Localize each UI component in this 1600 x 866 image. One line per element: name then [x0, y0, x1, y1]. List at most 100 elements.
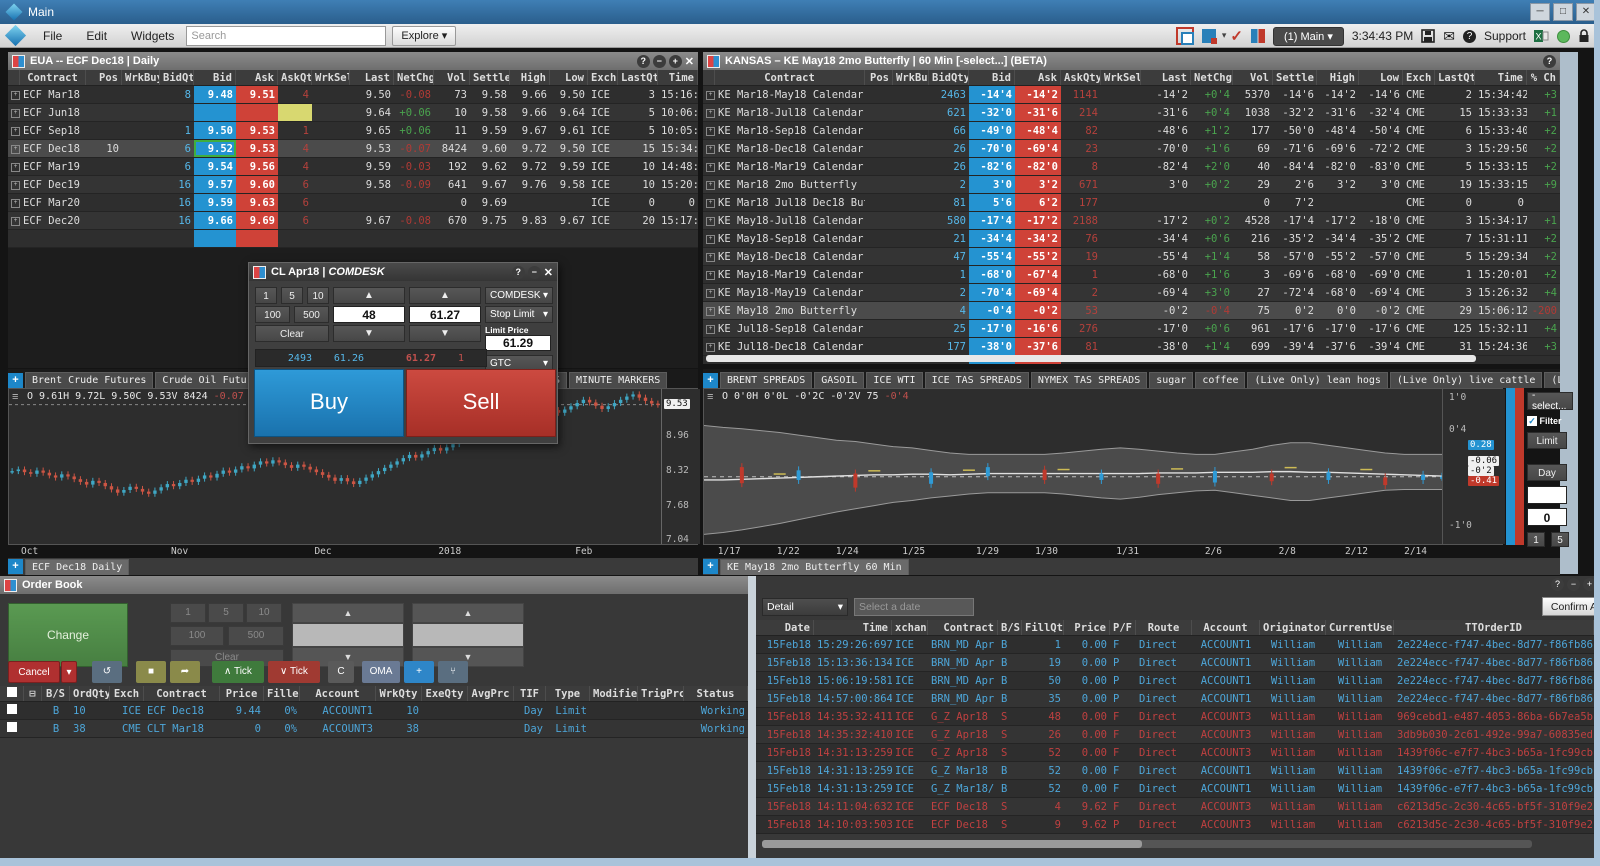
table-row[interactable]: +ECF Sep1819.509.5319.65+0.06119.599.679…	[8, 122, 698, 140]
header-cell[interactable]: Type	[546, 686, 590, 701]
header-cell[interactable]: Exch	[110, 686, 144, 701]
price-up-button[interactable]: ▲	[412, 603, 524, 623]
expand-icon[interactable]: +	[703, 194, 715, 211]
horizontal-scrollbar[interactable]	[762, 840, 1532, 848]
header-cell[interactable]: ExeQty	[422, 686, 468, 701]
bid-cell[interactable]: -14'4	[969, 86, 1015, 103]
expand-icon[interactable]: +	[8, 86, 20, 103]
ask-cell[interactable]: -55'2	[1015, 248, 1061, 265]
expand-icon[interactable]: +	[703, 320, 715, 337]
expand-icon[interactable]: +	[703, 230, 715, 247]
help-icon[interactable]: ?	[1463, 30, 1476, 43]
table-row[interactable]: +ECF Dec19169.579.6069.58-0.096419.679.7…	[8, 176, 698, 194]
chart-tab[interactable]: (Live Only) lean hogs	[1247, 372, 1387, 388]
price-up-button[interactable]: ▲	[409, 287, 481, 304]
close-icon[interactable]: ✕	[544, 266, 553, 279]
qty-field[interactable]	[292, 623, 404, 647]
header-cell[interactable]: Contract	[715, 70, 865, 85]
expand-icon[interactable]: +	[703, 212, 715, 229]
header-cell[interactable]: ⊟	[24, 686, 42, 701]
table-row[interactable]: +KE May18-Jul18 Calendar580-17'4-17'2218…	[703, 212, 1560, 230]
ask-cell[interactable]: 9.69	[236, 212, 278, 229]
table-row[interactable]: +KE Mar18-Dec18 Calendar26-70'0-69'423-7…	[703, 140, 1560, 158]
ask-cell[interactable]: 9.51	[236, 86, 278, 103]
chart-tab[interactable]: NYMEX TAS SPREADS	[1031, 372, 1147, 388]
ask-cell[interactable]: 9.53	[236, 140, 278, 157]
tab-ecf-dec18-daily[interactable]: ECF Dec18 Daily	[25, 559, 129, 575]
bid-cell[interactable]: -82'6	[969, 158, 1015, 175]
bid-cell[interactable]: 9.57	[194, 176, 236, 193]
close-icon[interactable]: ✕	[685, 55, 694, 68]
expand-icon[interactable]: +	[703, 302, 715, 319]
ask-cell[interactable]: -14'2	[1015, 86, 1061, 103]
table-row[interactable]: +KE Jul18-Dec18 Calendar177-38'0-37'681-…	[703, 338, 1560, 356]
header-cell[interactable]: Originator	[1260, 620, 1326, 635]
expand-icon[interactable]: +	[8, 104, 20, 121]
tab-ke-may18-butterfly[interactable]: KE May18 2mo Butterfly 60 Min	[720, 559, 909, 575]
header-cell[interactable]: TTOrderID	[1394, 620, 1594, 635]
table-row[interactable]: 15Feb1814:35:32:411ICEG_Z Apr18S480.00FD…	[756, 708, 1600, 726]
qty-preset-10[interactable]: 10	[246, 603, 282, 623]
order-type-dropdown[interactable]: Stop Limit▾	[485, 306, 553, 323]
qty-preset-1[interactable]: 1	[170, 603, 206, 623]
header-cell[interactable]: Account	[1192, 620, 1260, 635]
table-row[interactable]: +KE Mar18 Jul18 Dec18 Butterfly815'66'21…	[703, 194, 1560, 212]
bid-cell[interactable]: 9.50	[194, 122, 236, 139]
mail-icon[interactable]: ✉	[1443, 28, 1455, 45]
oma-button[interactable]: OMA	[362, 661, 400, 683]
bid-cell[interactable]: -17'4	[969, 212, 1015, 229]
support-label[interactable]: Support	[1484, 29, 1526, 43]
header-cell[interactable]: AvgPrc	[468, 686, 514, 701]
row-checkbox[interactable]	[0, 720, 24, 737]
ask-cell[interactable]: -69'4	[1015, 284, 1061, 301]
expand-icon[interactable]: +	[703, 266, 715, 283]
ask-cell[interactable]: 9.60	[236, 176, 278, 193]
header-cell[interactable]: Modifier	[590, 686, 638, 701]
header-cell[interactable]: WrkSells	[1101, 70, 1141, 85]
header-cell[interactable]: BidQty	[929, 70, 969, 85]
qty-preset-500[interactable]: 500	[294, 306, 329, 323]
header-cell[interactable]: Vol	[1233, 70, 1273, 85]
ask-cell[interactable]	[236, 104, 278, 121]
sell-button[interactable]: Sell	[406, 369, 556, 437]
header-cell[interactable]: WrkSells	[312, 70, 350, 85]
table-row[interactable]: +ECF Mar1889.489.5149.50-0.08739.589.669…	[8, 86, 698, 104]
bid-cell[interactable]: -17'0	[969, 320, 1015, 337]
header-cell[interactable]: Price	[220, 686, 264, 701]
header-cell[interactable]: NetChg	[394, 70, 434, 85]
table-row[interactable]: +KE Mar18-Mar19 Calendar26-82'6-82'08-82…	[703, 158, 1560, 176]
header-cell[interactable]: Low	[550, 70, 588, 85]
minimize-icon[interactable]: −	[1567, 578, 1580, 591]
search-input[interactable]	[186, 26, 386, 46]
ask-cell[interactable]: 9.56	[236, 158, 278, 175]
chart-tab[interactable]: coffee	[1195, 372, 1245, 388]
help-icon[interactable]: ?	[512, 266, 525, 279]
ask-cell[interactable]: 6'2	[1015, 194, 1061, 211]
bid-cell[interactable]: 9.48	[194, 86, 236, 103]
header-cell[interactable]: High	[510, 70, 550, 85]
table-row[interactable]: +ECF Mar1969.549.5649.59-0.031929.629.72…	[8, 158, 698, 176]
qty-preset-5[interactable]: 5	[281, 287, 303, 304]
clear-button[interactable]: Clear	[255, 325, 329, 342]
bid-cell[interactable]: -70'0	[969, 140, 1015, 157]
check-icon[interactable]: ✓	[1230, 27, 1243, 45]
header-cell[interactable]: Contract	[144, 686, 220, 701]
refresh-button[interactable]: C	[328, 661, 354, 683]
help-icon[interactable]: ?	[1543, 55, 1556, 68]
table-row[interactable]: 15Feb1815:06:19:581ICEBRN_MD AprB500.00P…	[756, 672, 1600, 690]
header-cell[interactable]: FillQty	[1022, 620, 1064, 635]
bid-cell[interactable]: 5'6	[969, 194, 1015, 211]
order-ticket-dialog[interactable]: CL Apr18 | COMDESK ? − ✕ 1510100500 Clea…	[248, 262, 558, 444]
price-field[interactable]: 0	[1527, 508, 1567, 526]
chart-tab[interactable]: (Live Only) corn	[1544, 372, 1560, 388]
ask-cell[interactable]: -48'4	[1015, 122, 1061, 139]
table-row[interactable]: +KE May18-May19 Calendar2-70'4-69'42-69'…	[703, 284, 1560, 302]
table-row[interactable]: +KE Jul18-Sep18 Calendar25-17'0-16'6276-…	[703, 320, 1560, 338]
add-order-button[interactable]: +	[404, 661, 434, 683]
ask-cell[interactable]: -69'4	[1015, 140, 1061, 157]
bid-cell[interactable]: -32'0	[969, 104, 1015, 121]
header-cell[interactable]: AskQty	[1061, 70, 1101, 85]
expand-icon[interactable]: +	[703, 104, 715, 121]
help-icon[interactable]: ?	[637, 55, 650, 68]
save-icon[interactable]	[1421, 29, 1435, 43]
